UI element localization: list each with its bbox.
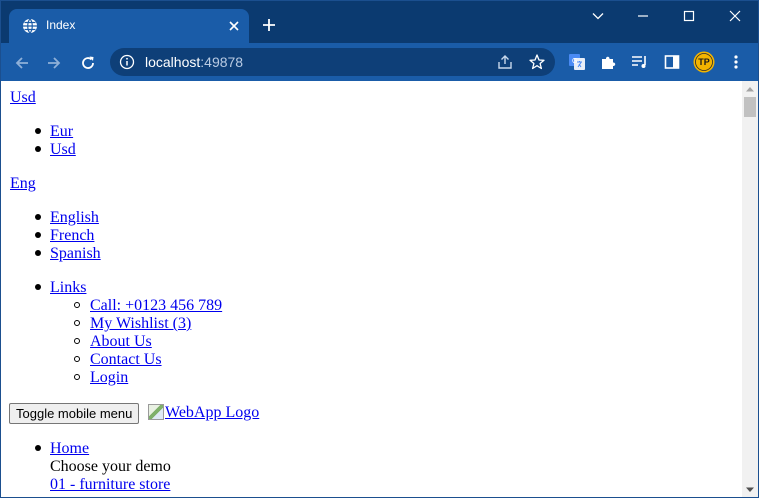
scroll-up-arrow-icon[interactable] <box>742 81 758 97</box>
wishlist-link[interactable]: My Wishlist (3) <box>90 315 191 333</box>
scroll-down-arrow-icon[interactable] <box>742 482 758 497</box>
url-text: localhost:49878 <box>145 54 243 70</box>
url-host: localhost <box>145 54 201 70</box>
links-menu-toggle[interactable]: Links <box>50 279 86 297</box>
language-current-link[interactable]: Eng <box>10 175 36 193</box>
currency-current-link[interactable]: Usd <box>10 89 36 107</box>
back-arrow-icon[interactable] <box>11 52 33 74</box>
logo-alt-text: WebApp Logo <box>165 404 260 421</box>
tab-title: Index <box>46 18 76 32</box>
browser-menu-icon[interactable] <box>726 52 746 72</box>
list-bullet <box>74 320 80 326</box>
nav-home-link[interactable]: Home <box>50 440 89 458</box>
profile-initials: TP <box>698 57 710 67</box>
toggle-mobile-menu-button[interactable]: Toggle mobile menu <box>9 403 140 424</box>
new-tab-icon[interactable] <box>259 15 279 35</box>
vertical-scrollbar[interactable] <box>742 81 758 497</box>
bookmark-star-icon[interactable] <box>528 53 546 71</box>
side-panel-icon[interactable] <box>662 52 682 72</box>
globe-icon <box>22 18 38 34</box>
list-bullet <box>35 128 41 134</box>
site-logo-link[interactable]: WebApp Logo <box>148 404 259 422</box>
extensions-puzzle-icon[interactable] <box>598 52 618 72</box>
list-bullet <box>74 356 80 362</box>
broken-image-icon <box>148 404 164 420</box>
close-tab-icon[interactable] <box>225 17 243 35</box>
minimize-icon[interactable] <box>631 5 655 27</box>
language-option-spanish[interactable]: Spanish <box>50 245 101 263</box>
tab-index[interactable]: Index <box>9 9 249 43</box>
url-port: :49878 <box>200 54 244 70</box>
reload-icon[interactable] <box>77 52 99 74</box>
browser-window: Index localhost:49878 G TP Usd Eur Usd E… <box>0 0 759 498</box>
site-info-icon[interactable] <box>119 54 135 70</box>
language-option-english[interactable]: English <box>50 209 99 227</box>
svg-text:G: G <box>572 58 577 65</box>
about-us-link[interactable]: About Us <box>90 333 152 351</box>
list-bullet <box>35 146 41 152</box>
tab-search-icon[interactable] <box>586 5 610 27</box>
currency-option-usd[interactable]: Usd <box>50 141 76 159</box>
close-window-icon[interactable] <box>723 5 747 27</box>
media-queue-icon[interactable] <box>630 52 650 72</box>
list-bullet <box>35 284 41 290</box>
login-link[interactable]: Login <box>90 369 128 387</box>
call-link[interactable]: Call: +0123 456 789 <box>90 297 222 315</box>
forward-arrow-icon[interactable] <box>43 52 65 74</box>
demo-heading: Choose your demo <box>50 458 171 475</box>
share-icon[interactable] <box>496 53 514 71</box>
list-bullet <box>35 232 41 238</box>
list-bullet <box>35 445 41 451</box>
profile-avatar[interactable]: TP <box>693 51 715 73</box>
browser-toolbar: localhost:49878 G TP <box>1 43 758 81</box>
demo-furniture-store-link[interactable]: 01 - furniture store <box>50 476 170 494</box>
list-bullet <box>35 214 41 220</box>
google-translate-icon[interactable]: G <box>567 52 587 72</box>
language-option-french[interactable]: French <box>50 227 94 245</box>
contact-us-link[interactable]: Contact Us <box>90 351 162 369</box>
list-bullet <box>35 250 41 256</box>
list-bullet <box>74 302 80 308</box>
list-bullet <box>74 338 80 344</box>
scrollbar-thumb[interactable] <box>744 97 756 117</box>
address-bar[interactable]: localhost:49878 <box>110 48 555 76</box>
currency-option-eur[interactable]: Eur <box>50 123 73 141</box>
maximize-icon[interactable] <box>677 5 701 27</box>
tab-strip: Index <box>1 1 758 43</box>
page-viewport: Usd Eur Usd Eng English French Spanish L… <box>1 81 742 497</box>
list-bullet <box>74 374 80 380</box>
